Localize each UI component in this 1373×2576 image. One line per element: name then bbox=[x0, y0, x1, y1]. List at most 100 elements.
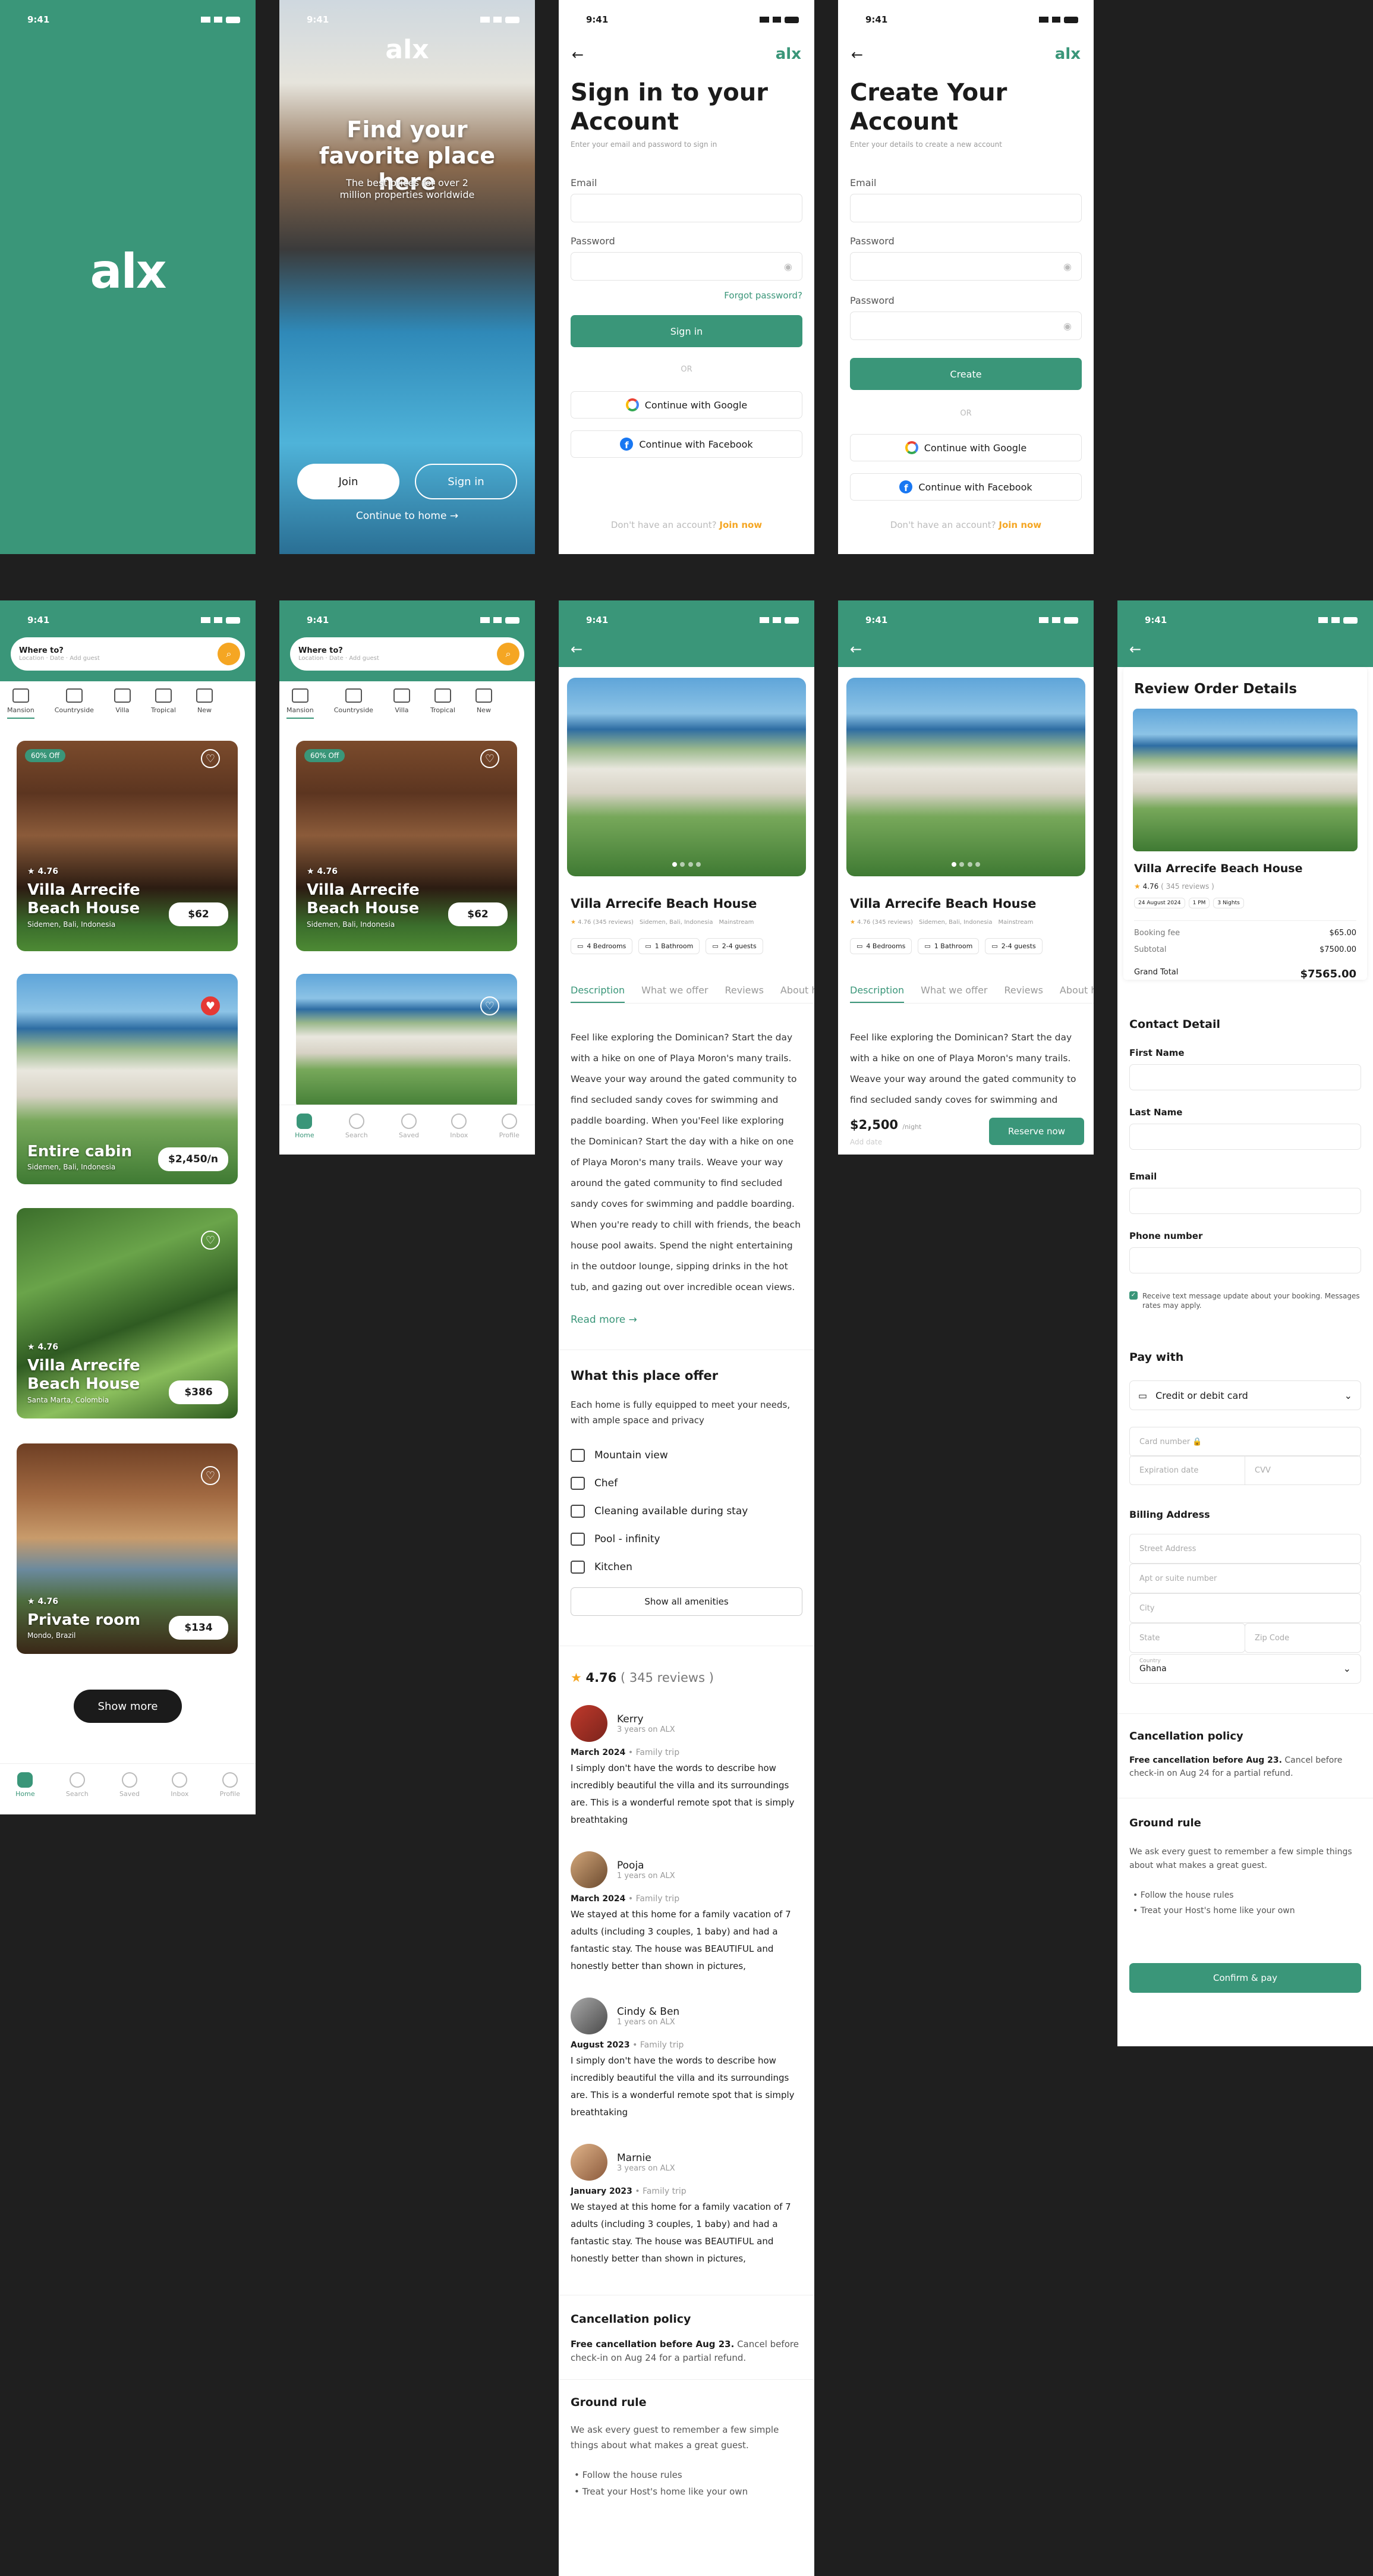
heart-filled-icon[interactable]: ♥ bbox=[201, 996, 220, 1015]
last-name-field[interactable] bbox=[1129, 1124, 1361, 1150]
read-more-link[interactable]: Read more → bbox=[571, 1314, 637, 1326]
tab-search[interactable]: Search bbox=[66, 1772, 89, 1798]
confirm-password-field[interactable]: ◉ bbox=[850, 312, 1082, 340]
category-mansion[interactable]: Mansion bbox=[286, 688, 314, 719]
facebook-button[interactable]: f Continue with Facebook bbox=[571, 430, 802, 458]
tab-profile[interactable]: Profile bbox=[220, 1772, 240, 1798]
category-mansion[interactable]: Mansion bbox=[7, 688, 34, 719]
back-arrow-icon[interactable]: ← bbox=[571, 641, 582, 658]
apt-field[interactable]: Apt or suite number bbox=[1129, 1564, 1361, 1593]
back-arrow-icon[interactable]: ← bbox=[572, 46, 584, 63]
cvv-field[interactable]: CVV bbox=[1245, 1455, 1361, 1485]
facebook-button[interactable]: f Continue with Facebook bbox=[850, 473, 1082, 501]
status-icons bbox=[1039, 617, 1078, 624]
payment-method-select[interactable]: ▭ Credit or debit card ⌄ bbox=[1129, 1380, 1361, 1410]
listing-card[interactable]: ♡ ★ 4.76 Private room Mondo, Brazil $134 bbox=[17, 1443, 238, 1654]
city-field[interactable]: City bbox=[1129, 1593, 1361, 1623]
tab-reviews[interactable]: Reviews bbox=[1004, 985, 1043, 1003]
category-tropical[interactable]: Tropical bbox=[430, 688, 455, 719]
heart-icon[interactable]: ♡ bbox=[201, 749, 220, 768]
tab-home[interactable]: Home bbox=[15, 1772, 35, 1798]
mansion-icon bbox=[291, 688, 308, 703]
search-icon[interactable]: ⌕ bbox=[497, 643, 519, 665]
email-field[interactable] bbox=[850, 194, 1082, 222]
listing-card[interactable]: ♡ ★ 4.76 Villa Arrecife Beach House Sant… bbox=[17, 1208, 238, 1418]
back-arrow-icon[interactable]: ← bbox=[1129, 641, 1141, 658]
tab-inbox[interactable]: Inbox bbox=[450, 1114, 468, 1139]
join-now-link[interactable]: Join now bbox=[719, 520, 762, 530]
google-button[interactable]: Continue with Google bbox=[850, 434, 1082, 461]
tab-home[interactable]: Home bbox=[295, 1114, 314, 1139]
join-button[interactable]: Join bbox=[297, 464, 399, 499]
checkbox-checked-icon[interactable]: ✓ bbox=[1129, 1291, 1138, 1300]
category-countryside[interactable]: Countryside bbox=[55, 688, 94, 719]
country-select[interactable]: Country Ghana ⌄ bbox=[1129, 1654, 1361, 1684]
guests-icon: ▭ bbox=[991, 942, 998, 950]
tab-about-host[interactable]: About host bbox=[780, 985, 814, 1003]
show-all-amenities-button[interactable]: Show all amenities bbox=[571, 1587, 802, 1616]
card-number-field[interactable]: Card number 🔒 bbox=[1129, 1427, 1361, 1457]
tab-profile[interactable]: Profile bbox=[499, 1114, 519, 1139]
tab-saved[interactable]: Saved bbox=[399, 1114, 419, 1139]
first-name-field[interactable] bbox=[1129, 1064, 1361, 1090]
heart-icon[interactable]: ♡ bbox=[480, 749, 499, 768]
search-bar[interactable]: Where to? Location · Date · Add guest ⌕ bbox=[290, 637, 524, 671]
back-arrow-icon[interactable]: ← bbox=[851, 46, 863, 63]
email-field[interactable] bbox=[571, 194, 802, 222]
confirm-pay-button[interactable]: Confirm & pay bbox=[1129, 1963, 1361, 1993]
heart-icon[interactable]: ♡ bbox=[480, 996, 499, 1015]
show-more-button[interactable]: Show more bbox=[74, 1690, 182, 1723]
property-photo[interactable] bbox=[567, 678, 806, 876]
tab-offer[interactable]: What we offer bbox=[921, 985, 987, 1003]
reserve-button[interactable]: Reserve now bbox=[989, 1118, 1084, 1145]
sms-checkbox-row[interactable]: ✓ Receive text message update about your … bbox=[1129, 1291, 1361, 1310]
create-button[interactable]: Create bbox=[850, 358, 1082, 390]
email-field[interactable] bbox=[1129, 1188, 1361, 1214]
category-new[interactable]: New bbox=[196, 688, 213, 719]
signin-submit-button[interactable]: Sign in bbox=[571, 315, 802, 347]
tab-reviews[interactable]: Reviews bbox=[725, 985, 764, 1003]
subtotal-row: Subtotal $7500.00 bbox=[1134, 945, 1356, 954]
search-bar[interactable]: Where to? Location · Date · Add guest ⌕ bbox=[11, 637, 245, 671]
tab-description[interactable]: Description bbox=[571, 985, 625, 1003]
phone-field[interactable] bbox=[1129, 1247, 1361, 1273]
listing-card[interactable]: ♥ Entire cabin Sidemen, Bali, Indonesia … bbox=[17, 974, 238, 1184]
category-villa[interactable]: Villa bbox=[393, 688, 410, 719]
listing-card[interactable]: 60% Off ♡ ★ 4.76 Villa Arrecife Beach Ho… bbox=[17, 741, 238, 951]
zip-field[interactable]: Zip Code bbox=[1245, 1623, 1361, 1653]
tab-saved[interactable]: Saved bbox=[119, 1772, 140, 1798]
category-villa[interactable]: Villa bbox=[114, 688, 131, 719]
street-field[interactable]: Street Address bbox=[1129, 1534, 1361, 1564]
expiration-field[interactable]: Expiration date bbox=[1129, 1455, 1245, 1485]
status-time: 9:41 bbox=[27, 14, 50, 25]
category-new[interactable]: New bbox=[475, 688, 492, 719]
tab-offer[interactable]: What we offer bbox=[641, 985, 708, 1003]
listing-card[interactable]: 60% Off ♡ ★ 4.76 Villa Arrecife Beach Ho… bbox=[296, 741, 517, 951]
heart-icon[interactable]: ♡ bbox=[201, 1231, 220, 1250]
status-time: 9:41 bbox=[1145, 615, 1167, 625]
tab-inbox[interactable]: Inbox bbox=[171, 1772, 188, 1798]
tab-bar: Home Search Saved Inbox Profile bbox=[279, 1105, 535, 1147]
listing-card[interactable]: ♡ bbox=[296, 974, 517, 1111]
continue-home-link[interactable]: Continue to home → bbox=[279, 510, 535, 522]
password-field[interactable]: ◉ bbox=[571, 252, 802, 281]
signin-button[interactable]: Sign in bbox=[415, 464, 517, 499]
google-button[interactable]: Continue with Google bbox=[571, 391, 802, 419]
join-now-link[interactable]: Join now bbox=[999, 520, 1041, 530]
state-field[interactable]: State bbox=[1129, 1623, 1245, 1653]
eye-icon[interactable]: ◉ bbox=[784, 261, 792, 272]
heart-icon[interactable]: ♡ bbox=[201, 1466, 220, 1485]
add-date-link[interactable]: Add date bbox=[850, 1138, 882, 1146]
eye-icon[interactable]: ◉ bbox=[1063, 320, 1072, 332]
eye-icon[interactable]: ◉ bbox=[1063, 261, 1072, 272]
search-icon[interactable]: ⌕ bbox=[218, 643, 240, 665]
property-photo[interactable] bbox=[846, 678, 1085, 876]
back-arrow-icon[interactable]: ← bbox=[850, 641, 862, 658]
tab-description[interactable]: Description bbox=[850, 985, 905, 1003]
password-field[interactable]: ◉ bbox=[850, 252, 1082, 281]
tab-search[interactable]: Search bbox=[345, 1114, 368, 1139]
tab-about-host[interactable]: About host bbox=[1060, 985, 1094, 1003]
category-countryside[interactable]: Countryside bbox=[334, 688, 373, 719]
category-tropical[interactable]: Tropical bbox=[151, 688, 176, 719]
forgot-password-link[interactable]: Forgot password? bbox=[724, 290, 802, 301]
